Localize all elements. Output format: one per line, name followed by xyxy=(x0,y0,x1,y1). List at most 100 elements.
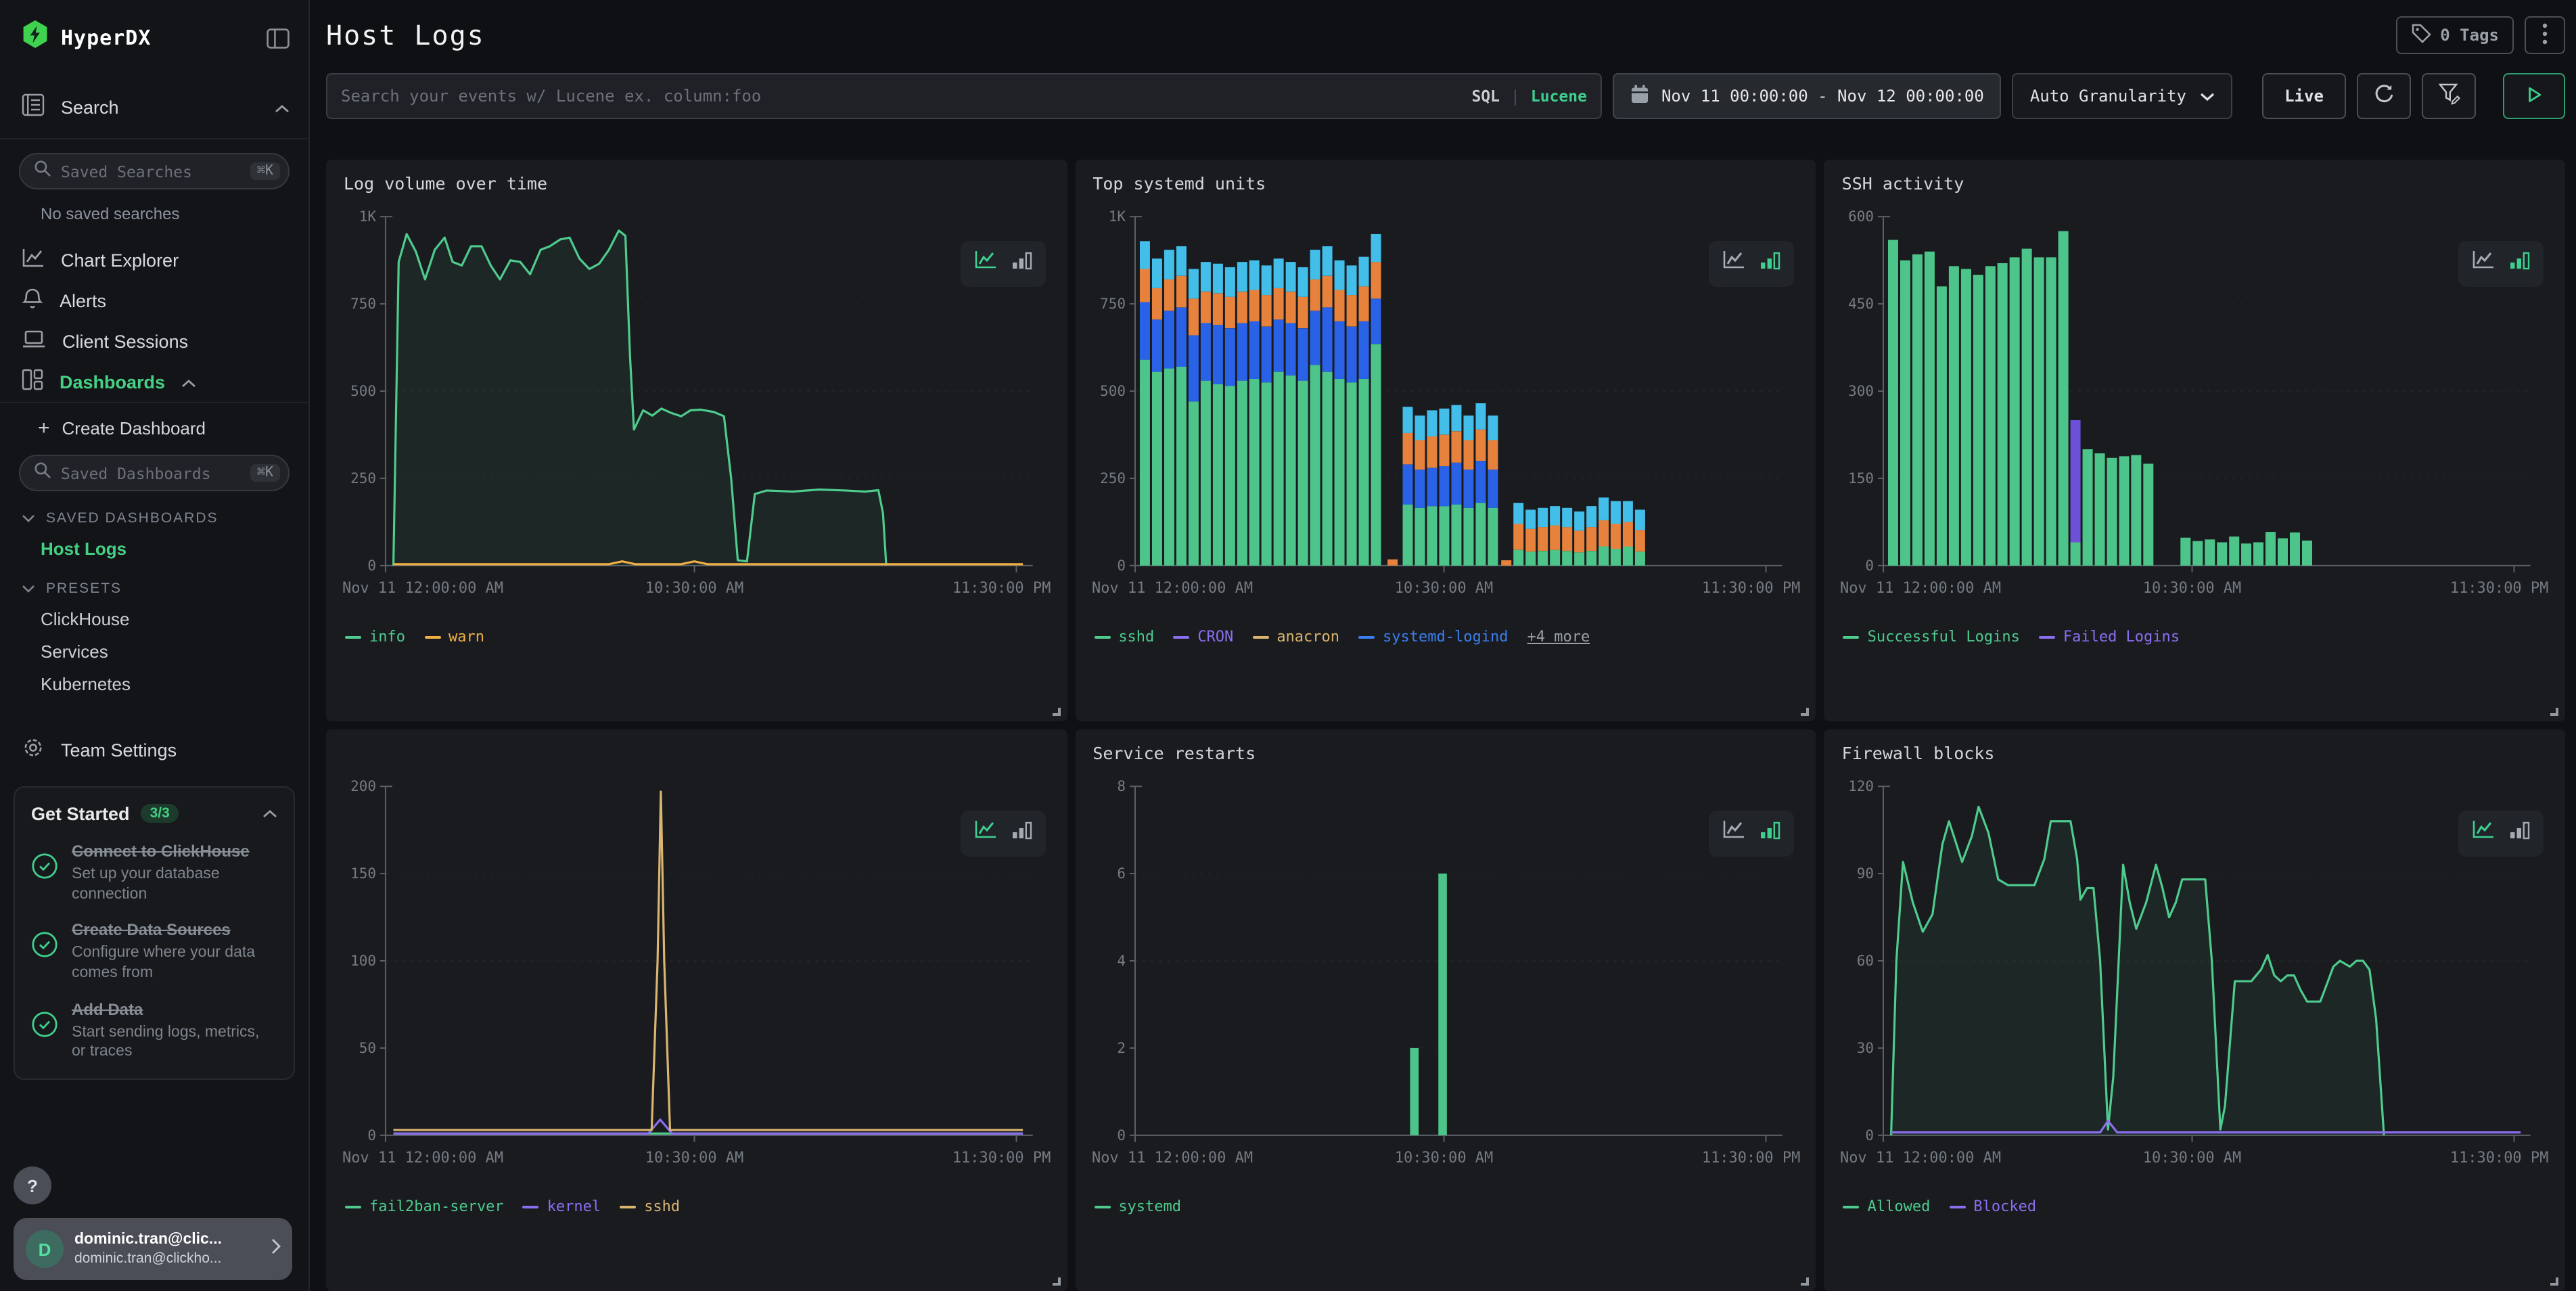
legend-item[interactable]: warn xyxy=(424,628,484,646)
sidebar-item-dashboards[interactable]: Dashboards xyxy=(0,361,308,402)
legend-item[interactable]: Failed Logins xyxy=(2039,628,2180,646)
svg-text:150: 150 xyxy=(1849,470,1874,486)
legend-item[interactable]: kernel xyxy=(523,1198,601,1215)
bar-chart-icon[interactable] xyxy=(2508,819,2531,848)
saved-searches-input[interactable]: Saved Searches ⌘K xyxy=(19,153,290,189)
chart-type-toggle[interactable] xyxy=(1709,811,1795,857)
legend-item[interactable]: Successful Logins xyxy=(1843,628,2020,646)
section-label: SAVED DASHBOARDS xyxy=(46,510,218,526)
presets-section[interactable]: PRESETS xyxy=(22,581,308,597)
help-button[interactable]: ? xyxy=(14,1167,51,1204)
calendar-icon xyxy=(1630,84,1649,108)
check-circle-icon xyxy=(31,1000,58,1063)
legend-item[interactable]: anacron xyxy=(1252,628,1339,646)
task-desc: Configure where your data comes from xyxy=(72,943,277,984)
date-range-picker[interactable]: Nov 11 00:00:00 - Nov 12 00:00:00 xyxy=(1613,73,2002,119)
refresh-button[interactable] xyxy=(2357,73,2411,119)
chart-plot: 86420Nov 11 12:00:00 AM10:30:00 AM11:30:… xyxy=(1088,770,1802,1179)
resize-handle[interactable] xyxy=(1052,708,1060,716)
granularity-value: Auto Granularity xyxy=(2030,87,2186,106)
resize-handle[interactable] xyxy=(2550,1277,2558,1286)
chevron-up-icon[interactable] xyxy=(262,801,277,825)
chart-type-toggle[interactable] xyxy=(1709,241,1795,287)
svg-text:120: 120 xyxy=(1849,778,1874,794)
sql-toggle[interactable]: SQL xyxy=(1471,87,1500,106)
chart-type-toggle[interactable] xyxy=(2458,241,2544,287)
main-content: Host Logs 0 Tags SQL | xyxy=(310,0,2576,1291)
legend-item[interactable]: sshd xyxy=(620,1198,680,1215)
legend-item[interactable]: systemd xyxy=(1094,1198,1181,1215)
create-dashboard-button[interactable]: + Create Dashboard xyxy=(0,403,308,452)
sidebar-item-host-logs[interactable]: Host Logs xyxy=(41,539,308,559)
chart-type-toggle[interactable] xyxy=(960,811,1045,857)
sidebar-item-services[interactable]: Services xyxy=(41,641,308,662)
bar-chart-icon[interactable] xyxy=(1760,249,1782,279)
get-started-item[interactable]: Add Data Start sending logs, metrics, or… xyxy=(31,1000,277,1063)
bar-chart-icon[interactable] xyxy=(2508,249,2531,279)
sidebar-item-team-settings[interactable]: Team Settings xyxy=(0,729,308,770)
chart-panel: SSH activity 6004503001500Nov 11 12:00:0… xyxy=(1824,160,2565,721)
sidebar-header: HyperDX xyxy=(0,0,308,76)
legend-item[interactable]: systemd-logind xyxy=(1358,628,1508,646)
svg-text:1K: 1K xyxy=(359,208,377,225)
svg-text:0: 0 xyxy=(1117,1127,1126,1143)
svg-text:150: 150 xyxy=(350,865,376,882)
filter-button[interactable] xyxy=(2422,73,2476,119)
legend-more[interactable]: +4 more xyxy=(1527,628,1590,646)
chart-type-toggle[interactable] xyxy=(2458,811,2544,857)
laptop-icon xyxy=(22,329,46,353)
svg-text:100: 100 xyxy=(350,953,376,969)
bar-chart-icon[interactable] xyxy=(1010,249,1033,279)
line-chart-icon[interactable] xyxy=(2470,819,2496,848)
collapse-sidebar-icon[interactable] xyxy=(267,28,290,48)
line-chart-icon[interactable] xyxy=(2470,249,2496,279)
tags-label: 0 Tags xyxy=(2440,26,2499,45)
get-started-item[interactable]: Create Data Sources Configure where your… xyxy=(31,921,277,984)
saved-dashboards-input[interactable]: Saved Dashboards ⌘K xyxy=(19,455,290,491)
resize-handle[interactable] xyxy=(1801,708,1810,716)
chart-type-toggle[interactable] xyxy=(960,241,1045,287)
svg-text:Nov 11 12:00:00 AM: Nov 11 12:00:00 AM xyxy=(1841,580,2002,597)
page-title: Host Logs xyxy=(326,19,485,51)
legend-item[interactable]: Allowed xyxy=(1843,1198,1931,1215)
saved-dashboards-section[interactable]: SAVED DASHBOARDS xyxy=(22,510,308,526)
resize-handle[interactable] xyxy=(1052,1277,1060,1286)
run-query-button[interactable] xyxy=(2503,73,2565,119)
legend-item[interactable]: fail2ban-server xyxy=(345,1198,504,1215)
svg-text:11:30:00 PM: 11:30:00 PM xyxy=(952,1150,1051,1167)
search-input[interactable] xyxy=(341,87,1460,106)
sidebar-item-clickhouse[interactable]: ClickHouse xyxy=(41,609,308,629)
more-options-button[interactable] xyxy=(2525,16,2565,54)
line-chart-icon[interactable] xyxy=(1722,249,1747,279)
sidebar-item-client-sessions[interactable]: Client Sessions xyxy=(0,321,308,361)
legend-item[interactable]: sshd xyxy=(1094,628,1154,646)
live-button[interactable]: Live xyxy=(2262,73,2346,119)
legend-item[interactable]: info xyxy=(345,628,405,646)
svg-text:0: 0 xyxy=(367,1127,376,1143)
svg-text:200: 200 xyxy=(350,778,376,794)
sidebar-item-chart-explorer[interactable]: Chart Explorer xyxy=(0,240,308,280)
kebab-icon xyxy=(2542,22,2548,48)
check-circle-icon xyxy=(31,921,58,984)
legend-item[interactable]: CRON xyxy=(1173,628,1233,646)
resize-handle[interactable] xyxy=(2550,708,2558,716)
tags-button[interactable]: 0 Tags xyxy=(2395,16,2514,54)
line-chart-icon[interactable] xyxy=(1722,819,1747,848)
line-chart-icon[interactable] xyxy=(972,819,998,848)
sidebar-item-alerts[interactable]: Alerts xyxy=(0,280,308,321)
granularity-dropdown[interactable]: Auto Granularity xyxy=(2013,73,2232,119)
sidebar-item-kubernetes[interactable]: Kubernetes xyxy=(41,674,308,694)
sidebar-item-label: Alerts xyxy=(60,290,106,311)
lucene-toggle[interactable]: Lucene xyxy=(1531,87,1587,106)
bar-chart-icon[interactable] xyxy=(1760,819,1782,848)
line-chart-icon[interactable] xyxy=(972,249,998,279)
get-started-item[interactable]: Connect to ClickHouse Set up your databa… xyxy=(31,842,277,905)
resize-handle[interactable] xyxy=(1801,1277,1810,1286)
legend-item[interactable]: Blocked xyxy=(1949,1198,2036,1215)
event-search-box[interactable]: SQL | Lucene xyxy=(326,73,1602,119)
sidebar-item-search[interactable]: Search xyxy=(0,76,308,138)
bar-chart-icon[interactable] xyxy=(1010,819,1033,848)
chart-plot: 1209060300Nov 11 12:00:00 AM10:30:00 AM1… xyxy=(1838,770,2552,1179)
svg-text:2: 2 xyxy=(1117,1040,1126,1056)
user-menu[interactable]: D dominic.tran@clic... dominic.tran@clic… xyxy=(14,1218,292,1280)
